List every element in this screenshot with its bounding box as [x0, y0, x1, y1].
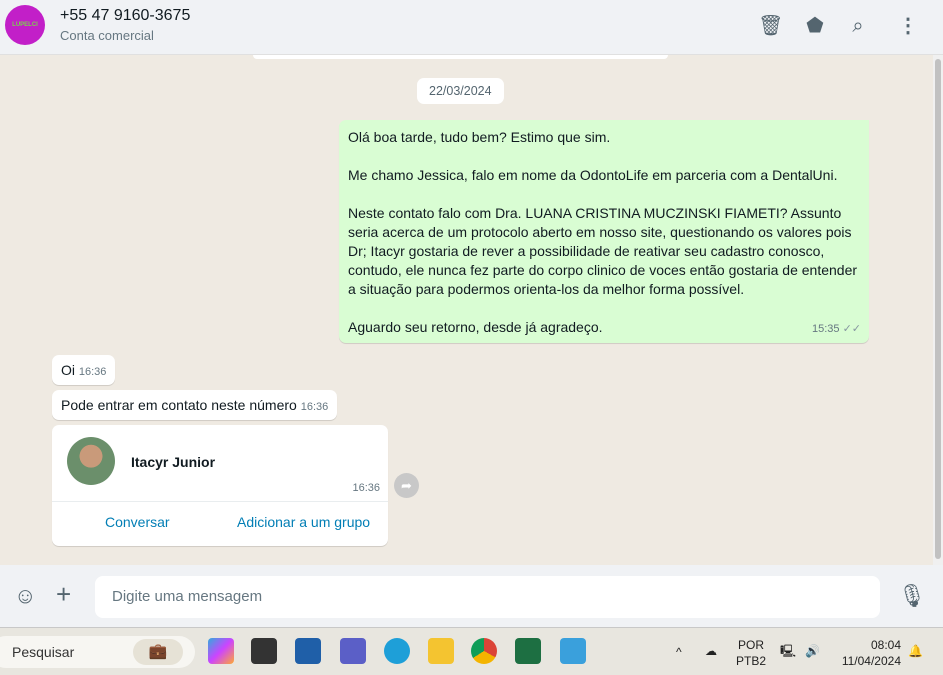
chrome-icon[interactable]: [471, 638, 497, 664]
message-text: Oi: [61, 362, 75, 378]
message-time: 16:36: [78, 366, 107, 378]
scrollbar[interactable]: [933, 55, 943, 565]
message-input[interactable]: Digite uma mensagem: [95, 576, 880, 618]
incoming-message: Pode entrar em contato neste número 16:3…: [52, 390, 338, 420]
conversar-button[interactable]: Conversar: [105, 514, 170, 530]
contact-avatar[interactable]: LUPELCI: [5, 5, 45, 45]
forward-icon[interactable]: ➦: [394, 473, 419, 498]
outgoing-message: Olá boa tarde, tudo bem? Estimo que sim.…: [339, 120, 869, 343]
microphone-icon[interactable]: 🎙: [898, 583, 926, 609]
composer: ☺ + Digite uma mensagem 🎙: [0, 565, 943, 627]
message-text: Pode entrar em contato neste número: [61, 397, 297, 413]
label-icon[interactable]: ⬟: [803, 14, 827, 38]
taskbar-search[interactable]: Pesquisar 💼: [0, 636, 195, 668]
network-icon[interactable]: 🖳: [780, 643, 796, 659]
delete-icon[interactable]: 🗑: [758, 14, 783, 38]
message-time: 16:36: [352, 482, 380, 494]
clock[interactable]: 08:04 11/04/2024: [838, 637, 901, 669]
add-to-group-button[interactable]: Adicionar a um grupo: [237, 514, 370, 530]
chat-header: LUPELCI +55 47 9160-3675 Conta comercial…: [0, 0, 943, 55]
cloud-off-icon[interactable]: ☁: [705, 643, 717, 659]
plus-icon[interactable]: +: [56, 579, 71, 610]
taskbar: Pesquisar 💼 ^ ☁ POR PTB2 🖳 🔊 08:04 11/04/2…: [0, 627, 943, 675]
volume-icon[interactable]: 🔊: [805, 643, 820, 659]
message-time: 15:35 ✓✓: [811, 323, 861, 335]
date-badge: 22/03/2024: [417, 78, 504, 104]
message-time: 16:36: [300, 401, 329, 413]
contact-card-name[interactable]: Itacyr Junior: [131, 454, 215, 470]
previous-message: [253, 55, 668, 59]
read-checks-icon: ✓✓: [842, 323, 861, 335]
app-icon[interactable]: [251, 638, 277, 664]
language-indicator[interactable]: POR PTB2: [736, 637, 766, 669]
notepad-icon[interactable]: [560, 638, 586, 664]
emoji-icon[interactable]: ☺: [14, 583, 36, 609]
edge-icon[interactable]: [384, 638, 410, 664]
explorer-icon[interactable]: [428, 638, 454, 664]
menu-icon[interactable]: ⋮: [896, 14, 920, 38]
excel-icon[interactable]: [515, 638, 541, 664]
notification-icon[interactable]: 🔔: [908, 643, 923, 659]
contact-card: Itacyr Junior 16:36 Conversar Adicionar …: [52, 425, 388, 546]
copilot-icon[interactable]: [208, 638, 234, 664]
message-area: 22/03/2024 Olá boa tarde, tudo bem? Esti…: [0, 55, 933, 565]
briefcase-icon[interactable]: 💼: [133, 639, 183, 665]
incoming-message: Oi 16:36: [52, 355, 116, 385]
contact-name[interactable]: +55 47 9160-3675: [60, 7, 190, 25]
divider: [52, 501, 388, 502]
search-icon[interactable]: ⌕: [846, 14, 870, 38]
store-icon[interactable]: [295, 638, 321, 664]
teams-icon[interactable]: [340, 638, 366, 664]
chevron-up-icon[interactable]: ^: [676, 644, 682, 660]
contact-card-avatar[interactable]: [67, 437, 115, 485]
contact-subtitle: Conta comercial: [60, 28, 154, 43]
search-label: Pesquisar: [12, 644, 75, 660]
message-text: Olá boa tarde, tudo bem? Estimo que sim.…: [348, 129, 858, 335]
